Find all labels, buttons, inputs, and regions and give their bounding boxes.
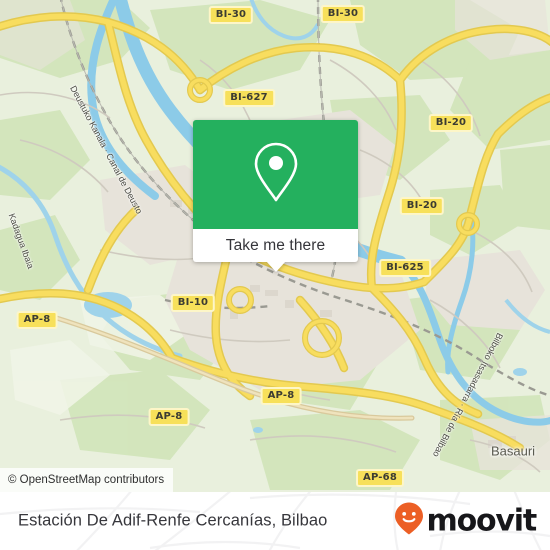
road-shield[interactable]: BI-30 <box>320 5 366 23</box>
road-shield[interactable]: BI-20 <box>399 197 445 215</box>
moovit-brand[interactable]: moovit <box>394 502 538 541</box>
moovit-wordmark: moovit <box>426 503 538 538</box>
footer-bar: Estación De Adif-Renfe Cercanías, Bilbao… <box>0 492 550 550</box>
road-shield[interactable]: BI-30 <box>208 6 254 24</box>
callout-action-panel[interactable]: Take me there <box>193 229 358 272</box>
take-me-there-callout[interactable]: Take me there <box>193 120 358 272</box>
road-shield[interactable]: BI-20 <box>428 114 474 132</box>
map-attribution[interactable]: © OpenStreetMap contributors <box>0 468 174 492</box>
road-shield[interactable]: BI-627 <box>223 89 275 107</box>
take-me-there-label: Take me there <box>225 236 326 254</box>
map-pin-icon <box>252 141 300 208</box>
road-shield[interactable]: AP-8 <box>16 311 58 329</box>
moovit-smiley-pin-icon <box>394 502 424 541</box>
road-shield[interactable]: AP-8 <box>260 387 302 405</box>
callout-icon-panel <box>193 120 358 229</box>
road-shield[interactable]: BI-625 <box>379 259 431 277</box>
moovit-station-map-card: Deustuko Kanala · Canal de Deusto Bilbok… <box>0 0 550 550</box>
road-shield[interactable]: AP-8 <box>148 408 190 426</box>
map-place-label-basauri: Basauri <box>490 443 536 459</box>
road-shield[interactable]: BI-10 <box>170 294 216 312</box>
road-shield[interactable]: AP-68 <box>356 469 404 487</box>
map-canvas[interactable]: Deustuko Kanala · Canal de Deusto Bilbok… <box>0 0 550 492</box>
station-title: Estación De Adif-Renfe Cercanías, Bilbao <box>18 511 328 530</box>
callout-pointer-tail <box>265 261 286 272</box>
